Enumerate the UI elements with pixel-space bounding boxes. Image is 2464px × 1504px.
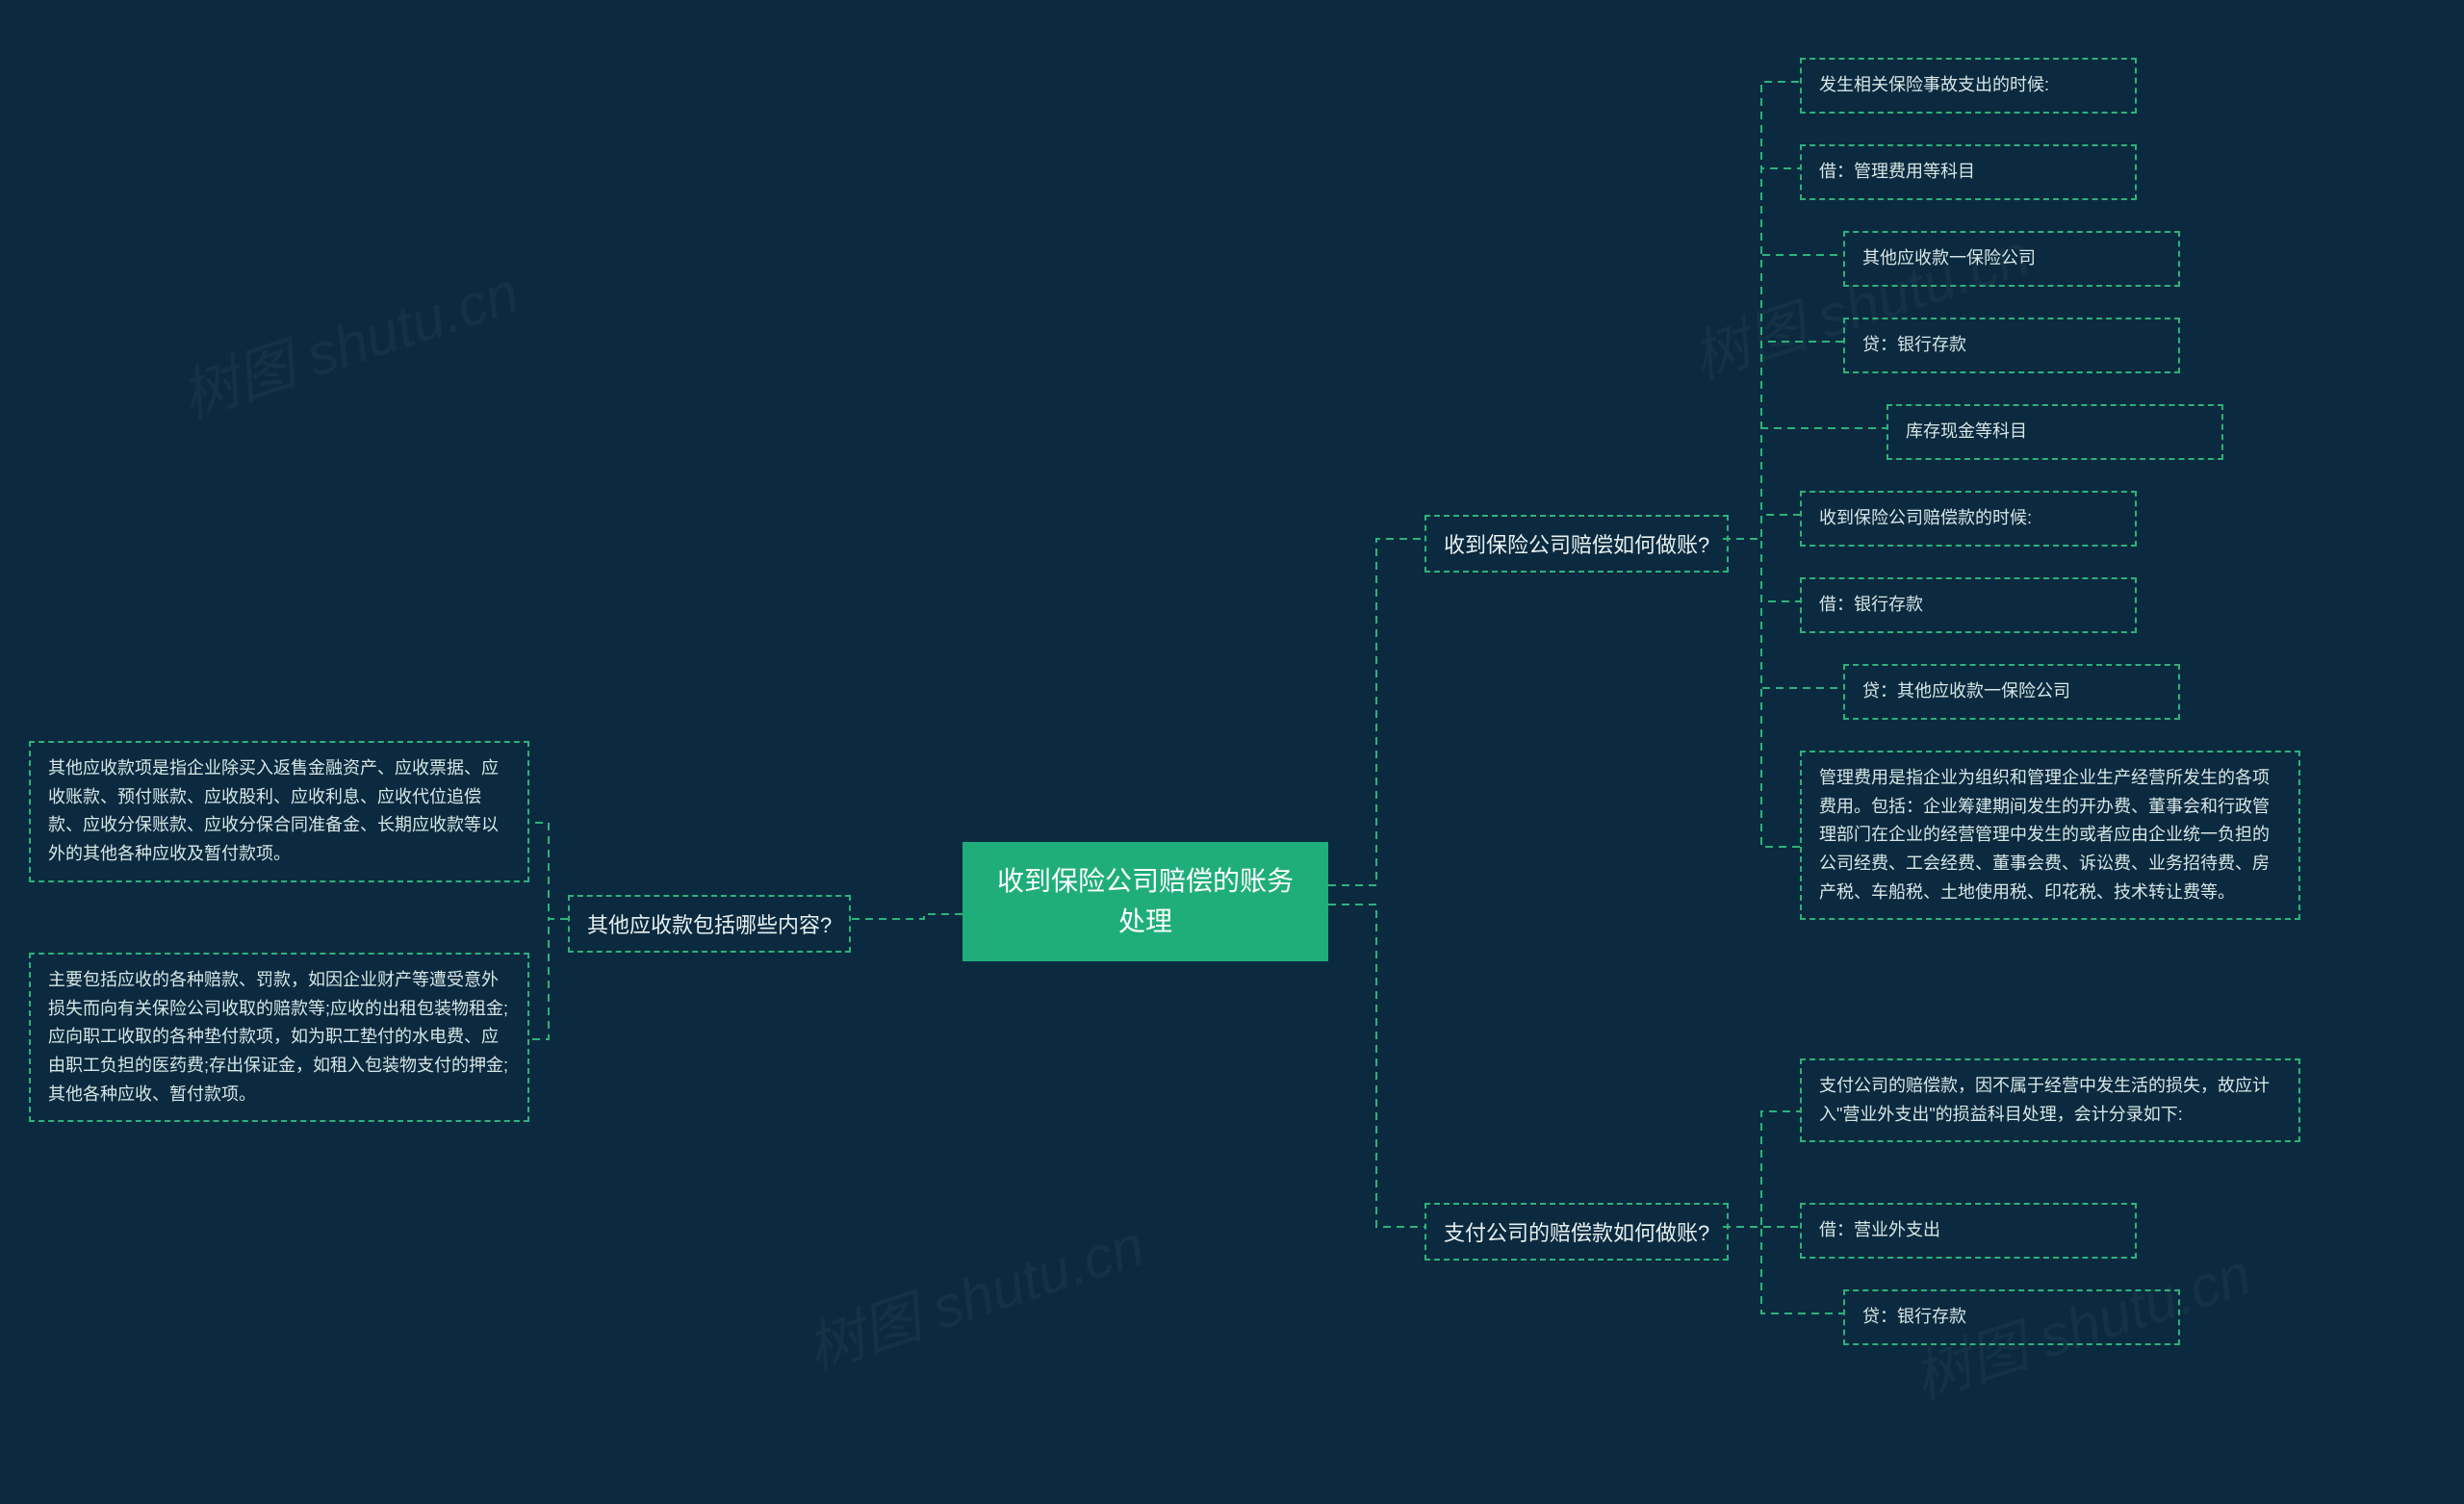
leaf-r2-1: 借：营业外支出 — [1800, 1203, 2137, 1259]
branch-receive-compensation[interactable]: 收到保险公司赔偿如何做账? — [1424, 515, 1729, 573]
leaf-r1-7: 贷：其他应收款一保险公司 — [1843, 664, 2180, 720]
leaf-r1-3: 贷：银行存款 — [1843, 318, 2180, 373]
leaf-r1-4: 库存现金等科目 — [1886, 404, 2223, 460]
leaf-r1-6: 借：银行存款 — [1800, 577, 2137, 633]
leaf-r1-2: 其他应收款一保险公司 — [1843, 231, 2180, 287]
leaf-other-receivables-examples: 主要包括应收的各种赔款、罚款，如因企业财产等遭受意外损失而向有关保险公司收取的赔… — [29, 953, 529, 1122]
leaf-r1-0: 发生相关保险事故支出的时候: — [1800, 58, 2137, 114]
leaf-r1-5: 收到保险公司赔偿款的时候: — [1800, 491, 2137, 547]
root-node[interactable]: 收到保险公司赔偿的账务处理 — [962, 842, 1328, 961]
watermark: 树图 shutu.cn — [168, 246, 527, 434]
leaf-r1-8: 管理费用是指企业为组织和管理企业生产经营所发生的各项费用。包括：企业筹建期间发生… — [1800, 751, 2300, 920]
branch-other-receivables[interactable]: 其他应收款包括哪些内容? — [568, 895, 851, 953]
watermark: 树图 shutu.cn — [794, 1199, 1153, 1387]
leaf-r2-2: 贷：银行存款 — [1843, 1289, 2180, 1345]
leaf-other-receivables-def: 其他应收款项是指企业除买入返售金融资产、应收票据、应收账款、预付账款、应收股利、… — [29, 741, 529, 882]
leaf-r1-1: 借：管理费用等科目 — [1800, 144, 2137, 200]
branch-pay-compensation[interactable]: 支付公司的赔偿款如何做账? — [1424, 1203, 1729, 1261]
leaf-r2-0: 支付公司的赔偿款，因不属于经营中发生活的损失，故应计入"营业外支出"的损益科目处… — [1800, 1058, 2300, 1142]
